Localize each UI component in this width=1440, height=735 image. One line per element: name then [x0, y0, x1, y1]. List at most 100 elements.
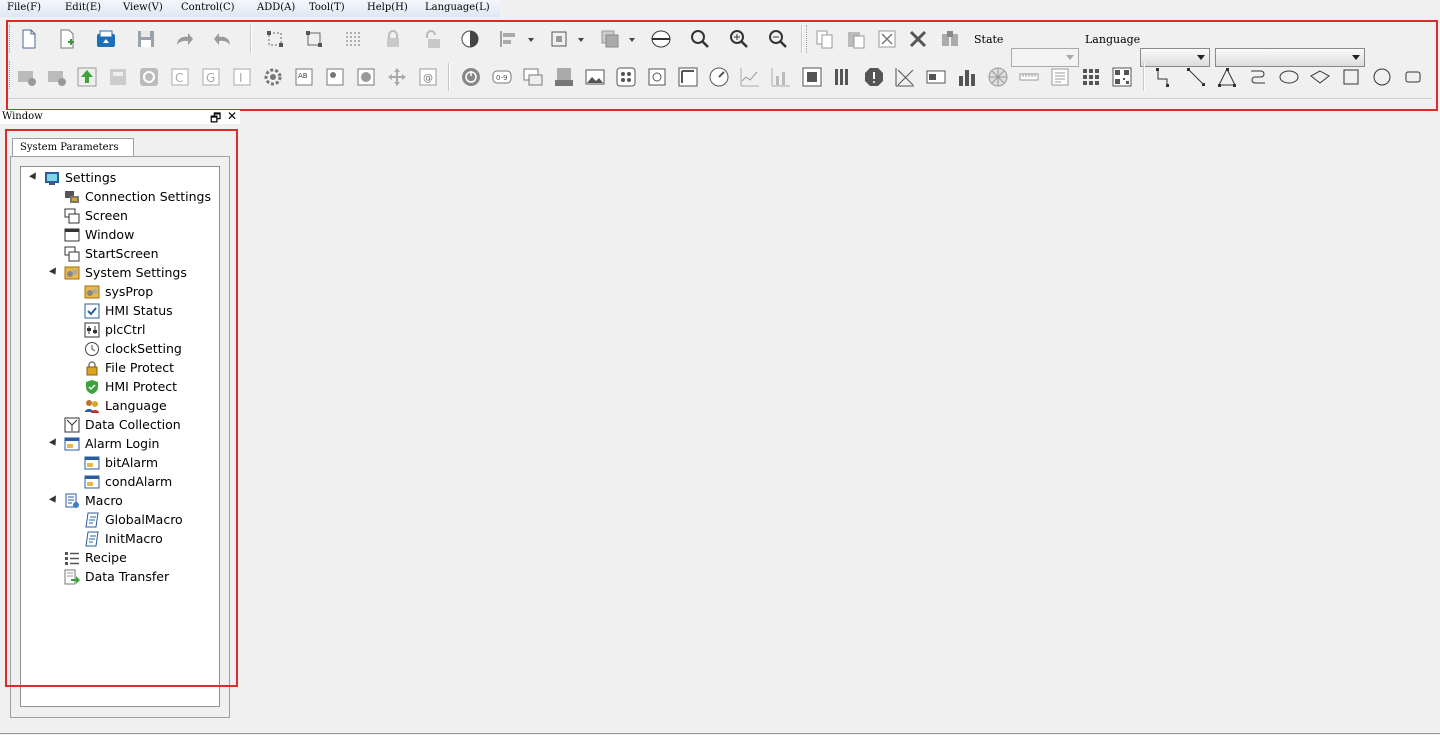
tree-item-alarm-login[interactable]: Alarm Login: [64, 434, 159, 453]
gauge-icon[interactable]: [706, 64, 732, 90]
trend-chart-icon[interactable]: [737, 64, 763, 90]
script-i-icon[interactable]: I: [229, 64, 255, 90]
indicator-icon[interactable]: [613, 64, 639, 90]
slider-icon[interactable]: [675, 64, 701, 90]
rectangle-icon[interactable]: [1338, 64, 1364, 90]
size-icon[interactable]: [546, 26, 572, 52]
text-input-icon[interactable]: [520, 64, 546, 90]
menu-control[interactable]: Control(C): [181, 2, 235, 13]
zoom-in-icon[interactable]: [726, 26, 752, 52]
tree-item-startscreen[interactable]: StartScreen: [64, 244, 159, 263]
toolbar-grip[interactable]: [9, 25, 11, 53]
tree-item-window[interactable]: Window: [64, 225, 134, 244]
text-library-icon[interactable]: AB: [291, 64, 317, 90]
polyline-icon[interactable]: [1152, 64, 1178, 90]
delete-icon[interactable]: [905, 26, 931, 52]
tree-item-settings[interactable]: Settings: [44, 168, 116, 187]
gear-icon[interactable]: [260, 64, 286, 90]
power-button-icon[interactable]: [458, 64, 484, 90]
undo-icon[interactable]: [210, 26, 236, 52]
tree-item-plcctrl[interactable]: plcCtrl: [84, 320, 146, 339]
menu-add[interactable]: ADD(A): [257, 2, 295, 13]
alarm-bar-icon[interactable]: [861, 64, 887, 90]
script-g-icon[interactable]: G: [198, 64, 224, 90]
tree-item-file-protect[interactable]: File Protect: [84, 358, 174, 377]
toolbar-grip[interactable]: [806, 25, 808, 53]
tree-item-system-settings[interactable]: System Settings: [64, 263, 187, 282]
curve-icon[interactable]: [1245, 64, 1271, 90]
script-c-icon[interactable]: C: [167, 64, 193, 90]
bar-meter-icon[interactable]: [830, 64, 856, 90]
picture-icon[interactable]: [582, 64, 608, 90]
unlock-icon[interactable]: [418, 26, 444, 52]
upload-icon[interactable]: [44, 64, 70, 90]
message-display-icon[interactable]: [923, 64, 949, 90]
find-icon[interactable]: [937, 26, 963, 52]
grid-icon[interactable]: [340, 26, 366, 52]
refresh-icon[interactable]: [136, 64, 162, 90]
tree-item-initmacro[interactable]: InitMacro: [84, 529, 163, 548]
history-icon[interactable]: [644, 64, 670, 90]
line-icon[interactable]: [1183, 64, 1209, 90]
ruler-icon[interactable]: [1016, 64, 1042, 90]
zoom-icon[interactable]: [687, 26, 713, 52]
zoom-out-icon[interactable]: [765, 26, 791, 52]
menu-tool[interactable]: Tool(T): [309, 2, 345, 13]
simulate-icon[interactable]: [105, 64, 131, 90]
tree-item-language[interactable]: Language: [84, 396, 167, 415]
circle-icon[interactable]: [1369, 64, 1395, 90]
size-dropdown-icon[interactable]: [574, 26, 588, 52]
menu-language[interactable]: Language(L): [425, 2, 490, 13]
tree-item-macro[interactable]: Macro: [64, 491, 123, 510]
tree-item-hmi-protect[interactable]: HMI Protect: [84, 377, 177, 396]
group-icon[interactable]: [262, 26, 288, 52]
qr-code-icon[interactable]: [1109, 64, 1135, 90]
tree-item-connection-settings[interactable]: Connection Settings: [64, 187, 211, 206]
toolbar-grip[interactable]: [9, 61, 11, 89]
text-box-icon[interactable]: [1047, 64, 1073, 90]
diamond-icon[interactable]: [1307, 64, 1333, 90]
tree-item-data-collection[interactable]: Data Collection: [64, 415, 181, 434]
menu-file[interactable]: File(F): [7, 2, 41, 13]
align-dropdown-icon[interactable]: [524, 26, 538, 52]
tree-item-hmi-status[interactable]: HMI Status: [84, 301, 173, 320]
open-project-icon[interactable]: [93, 26, 119, 52]
tree-item-data-transfer[interactable]: Data Transfer: [64, 567, 169, 586]
lock-icon[interactable]: [380, 26, 406, 52]
restore-icon[interactable]: 🗗: [210, 109, 221, 130]
paste-icon[interactable]: [843, 26, 869, 52]
ellipse-icon[interactable]: [1276, 64, 1302, 90]
tree-item-clocksetting[interactable]: clockSetting: [84, 339, 182, 358]
save-icon[interactable]: [133, 26, 159, 52]
copy-icon[interactable]: [812, 26, 838, 52]
xy-chart-icon[interactable]: [768, 64, 794, 90]
pie-chart-icon[interactable]: [985, 64, 1011, 90]
numeric-input-icon[interactable]: 0-9: [489, 64, 515, 90]
polygon-icon[interactable]: [1214, 64, 1240, 90]
ungroup-icon[interactable]: [301, 26, 327, 52]
menu-edit[interactable]: Edit(E): [65, 2, 101, 13]
compile-icon[interactable]: [74, 64, 100, 90]
image-library-icon[interactable]: [353, 64, 379, 90]
user-manager-icon[interactable]: [322, 64, 348, 90]
download-icon[interactable]: [14, 64, 40, 90]
redo-icon[interactable]: [171, 26, 197, 52]
tree-item-globalmacro[interactable]: GlobalMacro: [84, 510, 183, 529]
new-file-icon[interactable]: [16, 26, 42, 52]
bar-chart-icon[interactable]: [954, 64, 980, 90]
align-icon[interactable]: [496, 26, 522, 52]
tree-item-bitalarm[interactable]: bitAlarm: [84, 453, 158, 472]
layer-icon[interactable]: [597, 26, 623, 52]
layer-dropdown-icon[interactable]: [625, 26, 639, 52]
tab-system-parameters[interactable]: System Parameters: [12, 138, 134, 157]
tree-item-screen[interactable]: Screen: [64, 206, 128, 225]
close-icon[interactable]: ✕: [227, 109, 237, 123]
split-icon[interactable]: [648, 26, 674, 52]
new-screen-icon[interactable]: [54, 26, 80, 52]
menu-help[interactable]: Help(H): [367, 2, 408, 13]
cut-icon[interactable]: [874, 26, 900, 52]
keypad-icon[interactable]: [1078, 64, 1104, 90]
address-icon[interactable]: @: [415, 64, 441, 90]
tree-item-condalarm[interactable]: condAlarm: [84, 472, 172, 491]
tree-item-recipe[interactable]: Recipe: [64, 548, 127, 567]
